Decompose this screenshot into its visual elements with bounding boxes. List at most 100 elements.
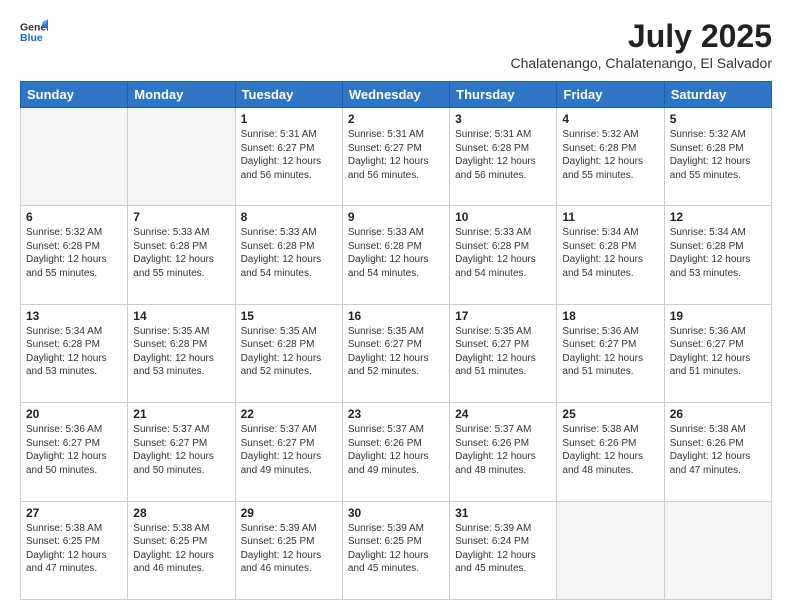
calendar-week-row: 20Sunrise: 5:36 AM Sunset: 6:27 PM Dayli… — [21, 403, 772, 501]
table-row: 7 Sunrise: 5:33 AM Sunset: 6:28 PM Daylig… — [128, 206, 235, 304]
table-row: 30 Sunrise: 5:39 AM Sunset: 6:25 PM Dayli… — [342, 501, 449, 599]
day-info: Sunrise: 5:38 AM Sunset: 6:25 PM Dayligh… — [26, 522, 122, 576]
day-info: Sunrise: 5:32 AM Sunset: 6:28 PM Dayligh… — [562, 128, 658, 182]
table-row: 17 Sunrise: 5:35 AM Sunset: 6:27 PM Dayli… — [450, 304, 557, 402]
table-row: 14 Sunrise: 5:35 AM Sunset: 6:28 PM Dayli… — [128, 304, 235, 402]
day-number: 18 — [562, 309, 658, 323]
header-monday: Monday — [128, 82, 235, 108]
day-number: 19 — [670, 309, 766, 323]
table-row: 31 Sunrise: 5:39 AM Sunset: 6:24 PM Dayli… — [450, 501, 557, 599]
day-info: Sunrise: 5:36 AM Sunset: 6:27 PM Dayligh… — [562, 325, 658, 379]
table-row: 25 Sunrise: 5:38 AM Sunset: 6:26 PM Dayli… — [557, 403, 664, 501]
table-row: 16 Sunrise: 5:35 AM Sunset: 6:27 PM Dayli… — [342, 304, 449, 402]
day-info: Sunrise: 5:34 AM Sunset: 6:28 PM Dayligh… — [670, 226, 766, 280]
header-wednesday: Wednesday — [342, 82, 449, 108]
table-row: 4 Sunrise: 5:32 AM Sunset: 6:28 PM Daylig… — [557, 108, 664, 206]
day-info: Sunrise: 5:35 AM Sunset: 6:28 PM Dayligh… — [133, 325, 229, 379]
table-row: 5 Sunrise: 5:32 AM Sunset: 6:28 PM Daylig… — [664, 108, 771, 206]
day-info: Sunrise: 5:35 AM Sunset: 6:28 PM Dayligh… — [241, 325, 337, 379]
table-row: 3 Sunrise: 5:31 AM Sunset: 6:28 PM Daylig… — [450, 108, 557, 206]
day-number: 13 — [26, 309, 122, 323]
day-number: 8 — [241, 210, 337, 224]
calendar-week-row: 1 Sunrise: 5:31 AM Sunset: 6:27 PM Daylig… — [21, 108, 772, 206]
header-saturday: Saturday — [664, 82, 771, 108]
day-number: 22 — [241, 407, 337, 421]
calendar-week-row: 27 Sunrise: 5:38 AM Sunset: 6:25 PM Dayli… — [21, 501, 772, 599]
header-tuesday: Tuesday — [235, 82, 342, 108]
day-info: Sunrise: 5:39 AM Sunset: 6:25 PM Dayligh… — [348, 522, 444, 576]
table-row: 19Sunrise: 5:36 AM Sunset: 6:27 PM Dayli… — [664, 304, 771, 402]
day-info: Sunrise: 5:39 AM Sunset: 6:24 PM Dayligh… — [455, 522, 551, 576]
header-friday: Friday — [557, 82, 664, 108]
calendar-table: Sunday Monday Tuesday Wednesday Thursday… — [20, 81, 772, 600]
day-number: 27 — [26, 506, 122, 520]
table-row: 11 Sunrise: 5:34 AM Sunset: 6:28 PM Dayli… — [557, 206, 664, 304]
day-info: Sunrise: 5:35 AM Sunset: 6:27 PM Dayligh… — [455, 325, 551, 379]
logo: General Blue — [20, 18, 52, 46]
day-number: 21 — [133, 407, 229, 421]
day-number: 11 — [562, 210, 658, 224]
day-info: Sunrise: 5:31 AM Sunset: 6:27 PM Dayligh… — [241, 128, 337, 182]
day-number: 28 — [133, 506, 229, 520]
title-block: July 2025 Chalatenango, Chalatenango, El… — [510, 18, 772, 71]
day-number: 31 — [455, 506, 551, 520]
weekday-header-row: Sunday Monday Tuesday Wednesday Thursday… — [21, 82, 772, 108]
day-info: Sunrise: 5:31 AM Sunset: 6:28 PM Dayligh… — [455, 128, 551, 182]
table-row: 28Sunrise: 5:38 AM Sunset: 6:25 PM Dayli… — [128, 501, 235, 599]
day-number: 24 — [455, 407, 551, 421]
day-info: Sunrise: 5:33 AM Sunset: 6:28 PM Dayligh… — [133, 226, 229, 280]
day-number: 1 — [241, 112, 337, 126]
day-number: 20 — [26, 407, 122, 421]
day-number: 25 — [562, 407, 658, 421]
day-number: 17 — [455, 309, 551, 323]
table-row: 15 Sunrise: 5:35 AM Sunset: 6:28 PM Dayli… — [235, 304, 342, 402]
day-number: 15 — [241, 309, 337, 323]
day-number: 14 — [133, 309, 229, 323]
day-info: Sunrise: 5:32 AM Sunset: 6:28 PM Dayligh… — [26, 226, 122, 280]
day-info: Sunrise: 5:37 AM Sunset: 6:27 PM Dayligh… — [241, 423, 337, 477]
day-number: 30 — [348, 506, 444, 520]
table-row — [664, 501, 771, 599]
day-info: Sunrise: 5:38 AM Sunset: 6:26 PM Dayligh… — [670, 423, 766, 477]
day-number: 5 — [670, 112, 766, 126]
day-number: 6 — [26, 210, 122, 224]
table-row: 12 Sunrise: 5:34 AM Sunset: 6:28 PM Dayli… — [664, 206, 771, 304]
day-number: 2 — [348, 112, 444, 126]
table-row: 18 Sunrise: 5:36 AM Sunset: 6:27 PM Dayli… — [557, 304, 664, 402]
day-number: 26 — [670, 407, 766, 421]
day-number: 4 — [562, 112, 658, 126]
table-row: 29Sunrise: 5:39 AM Sunset: 6:25 PM Dayli… — [235, 501, 342, 599]
day-info: Sunrise: 5:35 AM Sunset: 6:27 PM Dayligh… — [348, 325, 444, 379]
day-number: 9 — [348, 210, 444, 224]
table-row — [557, 501, 664, 599]
day-info: Sunrise: 5:34 AM Sunset: 6:28 PM Dayligh… — [562, 226, 658, 280]
table-row: 13 Sunrise: 5:34 AM Sunset: 6:28 PM Dayli… — [21, 304, 128, 402]
day-number: 3 — [455, 112, 551, 126]
day-number: 23 — [348, 407, 444, 421]
table-row: 27 Sunrise: 5:38 AM Sunset: 6:25 PM Dayli… — [21, 501, 128, 599]
calendar-title: July 2025 — [510, 18, 772, 55]
calendar-subtitle: Chalatenango, Chalatenango, El Salvador — [510, 55, 772, 71]
day-info: Sunrise: 5:33 AM Sunset: 6:28 PM Dayligh… — [348, 226, 444, 280]
day-info: Sunrise: 5:37 AM Sunset: 6:26 PM Dayligh… — [348, 423, 444, 477]
day-number: 16 — [348, 309, 444, 323]
page: General Blue July 2025 Chalatenango, Cha… — [0, 0, 792, 612]
day-info: Sunrise: 5:32 AM Sunset: 6:28 PM Dayligh… — [670, 128, 766, 182]
day-number: 7 — [133, 210, 229, 224]
table-row: 1 Sunrise: 5:31 AM Sunset: 6:27 PM Daylig… — [235, 108, 342, 206]
table-row: 9 Sunrise: 5:33 AM Sunset: 6:28 PM Daylig… — [342, 206, 449, 304]
header: General Blue July 2025 Chalatenango, Cha… — [20, 18, 772, 71]
table-row: 20Sunrise: 5:36 AM Sunset: 6:27 PM Dayli… — [21, 403, 128, 501]
day-info: Sunrise: 5:33 AM Sunset: 6:28 PM Dayligh… — [241, 226, 337, 280]
day-info: Sunrise: 5:38 AM Sunset: 6:26 PM Dayligh… — [562, 423, 658, 477]
day-info: Sunrise: 5:34 AM Sunset: 6:28 PM Dayligh… — [26, 325, 122, 379]
header-thursday: Thursday — [450, 82, 557, 108]
calendar-week-row: 13 Sunrise: 5:34 AM Sunset: 6:28 PM Dayli… — [21, 304, 772, 402]
day-number: 29 — [241, 506, 337, 520]
table-row: 8 Sunrise: 5:33 AM Sunset: 6:28 PM Daylig… — [235, 206, 342, 304]
day-number: 12 — [670, 210, 766, 224]
day-info: Sunrise: 5:37 AM Sunset: 6:26 PM Dayligh… — [455, 423, 551, 477]
day-info: Sunrise: 5:37 AM Sunset: 6:27 PM Dayligh… — [133, 423, 229, 477]
svg-text:Blue: Blue — [20, 32, 43, 44]
table-row: 6 Sunrise: 5:32 AM Sunset: 6:28 PM Daylig… — [21, 206, 128, 304]
